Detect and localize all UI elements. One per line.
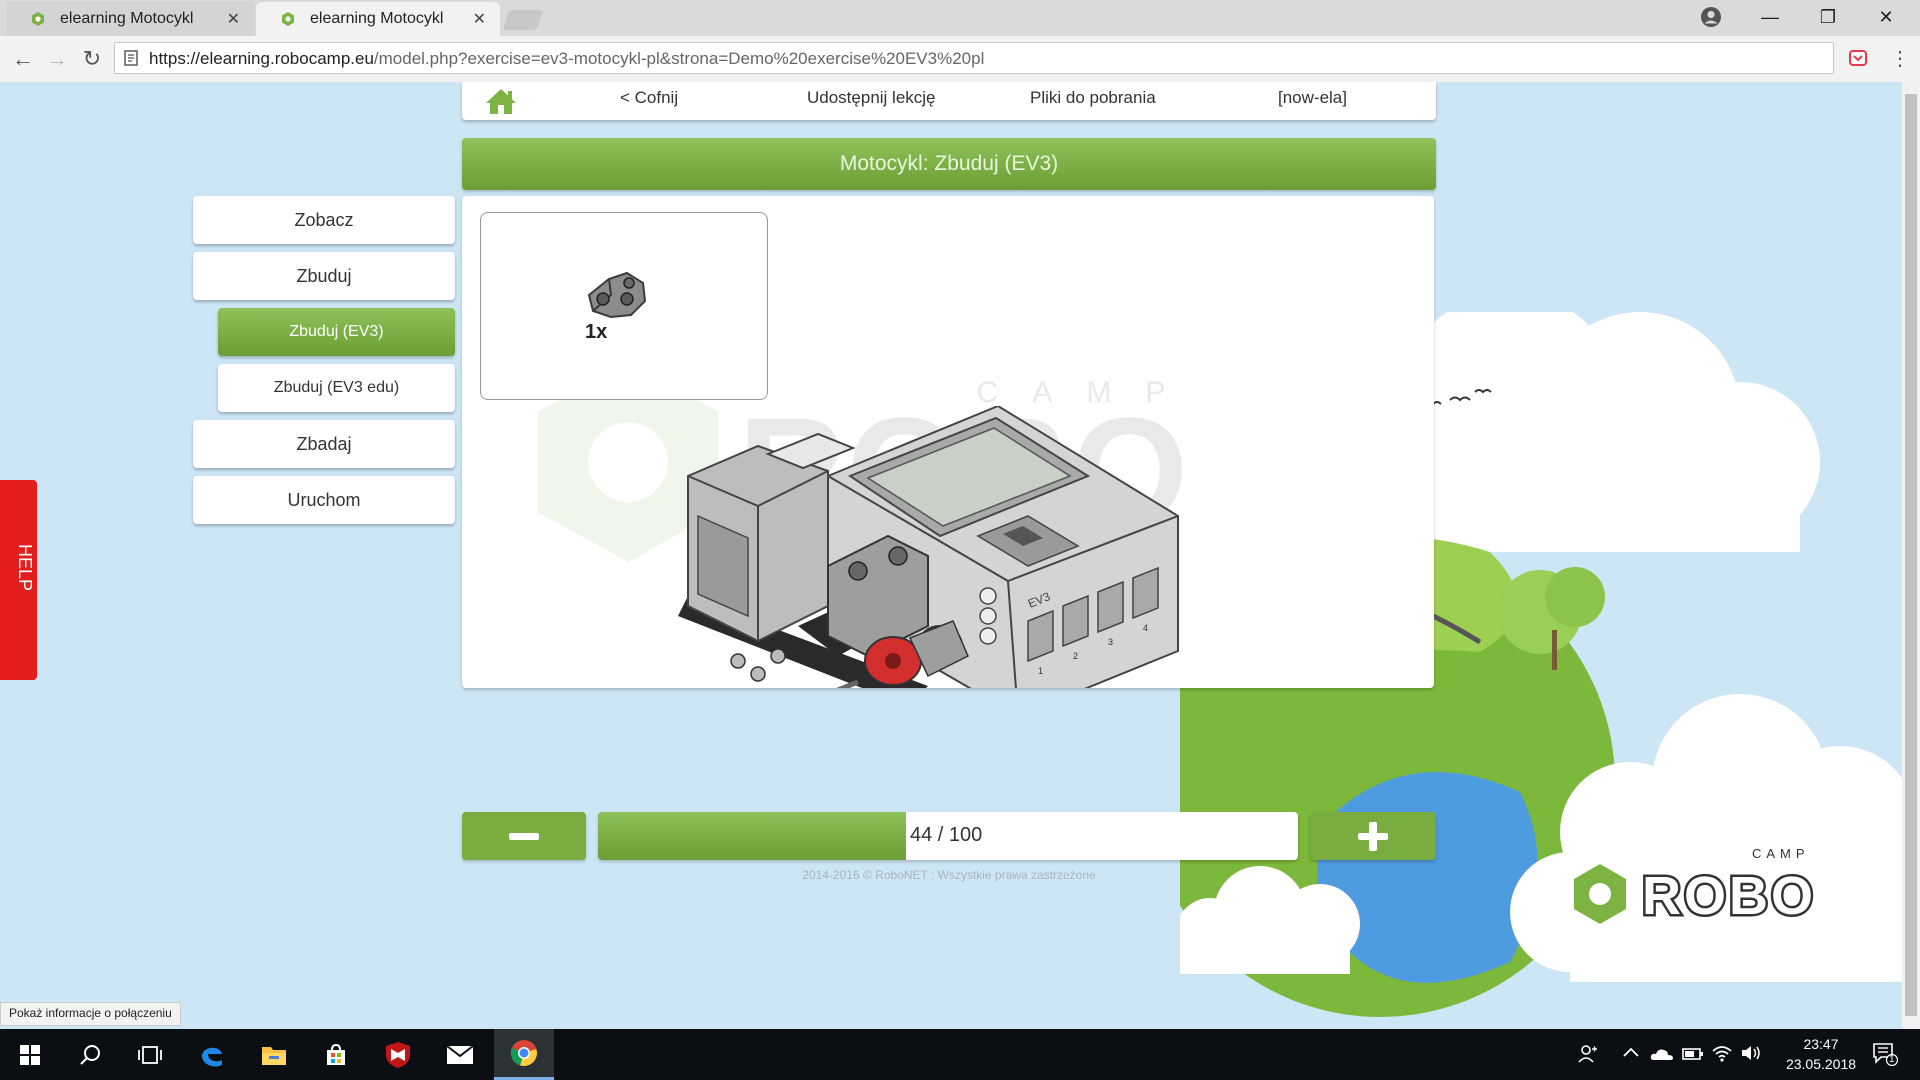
browser-toolbar: ← → ↻ https://elearning.robocamp.eu/mode… <box>0 36 1920 83</box>
clock-date: 23.05.2018 <box>1785 1056 1857 1072</box>
robocamp-favicon <box>32 12 44 26</box>
battery-icon[interactable] <box>1682 1047 1704 1066</box>
menu-dots-icon[interactable]: ⋮ <box>1890 46 1910 71</box>
previous-step-button[interactable] <box>462 812 586 860</box>
pocket-extension-icon[interactable] <box>1848 48 1868 68</box>
scrollbar-thumb[interactable] <box>1905 94 1917 1016</box>
restore-button[interactable]: ❐ <box>1800 0 1856 34</box>
notification-count: 1 <box>1889 1054 1895 1065</box>
windows-taskbar: 23:47 23.05.2018 1 <box>0 1029 1920 1080</box>
page-info-icon[interactable] <box>124 49 138 66</box>
close-window-button[interactable]: ✕ <box>1858 0 1914 34</box>
sidebar-item-zbuduj-ev3[interactable]: Zbuduj (EV3) <box>218 308 455 356</box>
parts-list-box: 1x <box>480 212 768 400</box>
browser-tab-1[interactable]: elearning Motocykl ✕ <box>6 2 254 36</box>
address-bar[interactable]: https://elearning.robocamp.eu/model.php?… <box>114 42 1834 74</box>
people-icon[interactable] <box>1578 1043 1598 1068</box>
mail-icon[interactable] <box>430 1029 490 1080</box>
minus-icon <box>509 833 539 840</box>
chevron-up-icon[interactable] <box>1622 1045 1640 1064</box>
page-scrollbar[interactable] <box>1902 82 1920 1029</box>
logo-camp-text: CAMP <box>1752 846 1810 861</box>
url-path: /model.php?exercise=ev3-motocykl-pl&stro… <box>373 49 985 68</box>
task-view-icon[interactable] <box>120 1029 180 1080</box>
start-button[interactable] <box>0 1029 60 1080</box>
clock-time: 23:47 <box>1803 1036 1839 1052</box>
back-link[interactable]: < Cofnij <box>620 88 678 108</box>
action-center-icon[interactable]: 1 <box>1872 1042 1899 1071</box>
top-navigation: < Cofnij Udostępnij lekcję Pliki do pobr… <box>462 82 1436 120</box>
connection-info-tooltip: Pokaż informacje o połączeniu <box>0 1002 181 1026</box>
chrome-taskbar-icon[interactable] <box>494 1029 554 1080</box>
copyright-footer: 2014-2016 © RoboNET : Wszystkie prawa za… <box>802 868 1096 882</box>
tab-close-icon[interactable]: ✕ <box>473 9 486 29</box>
back-arrow-icon[interactable]: ← <box>8 44 38 74</box>
home-icon[interactable] <box>484 86 518 116</box>
mcafee-icon[interactable] <box>368 1029 428 1080</box>
taskbar-clock[interactable]: 23:47 23.05.2018 <box>1778 1034 1864 1074</box>
ev3-build-step-model: 1 2 3 4 EV3 <box>678 406 1179 688</box>
browser-titlebar: elearning Motocykl ✕ elearning Motocykl … <box>0 0 1920 36</box>
new-tab-button[interactable] <box>502 10 544 30</box>
file-explorer-icon[interactable] <box>244 1029 304 1080</box>
help-label: HELP <box>15 544 35 592</box>
step-progress-bar[interactable]: 44 / 100 <box>598 812 1298 860</box>
forward-arrow-icon[interactable]: → <box>42 44 72 74</box>
profile-icon[interactable] <box>1700 6 1722 28</box>
store-icon[interactable] <box>306 1029 366 1080</box>
port-label-4: 4 <box>1143 623 1148 633</box>
help-tab[interactable]: HELP <box>0 480 37 680</box>
port-label-3: 3 <box>1108 637 1113 647</box>
robocamp-favicon <box>282 12 294 26</box>
url-text: https://elearning.robocamp.eu/model.php?… <box>149 49 984 69</box>
step-counter: 44 / 100 <box>910 824 983 846</box>
minimize-button[interactable]: — <box>1742 0 1798 34</box>
part-quantity: 1x <box>585 321 608 343</box>
search-icon[interactable] <box>60 1029 120 1080</box>
url-host: https://elearning.robocamp.eu <box>149 49 374 68</box>
tab-title: elearning Motocykl <box>310 10 444 27</box>
technic-connector-part-icon <box>587 271 647 319</box>
windows-logo-icon <box>20 1044 40 1065</box>
next-step-button[interactable] <box>1310 812 1436 860</box>
downloads-link[interactable]: Pliki do pobrania <box>1030 88 1156 108</box>
tab-close-icon[interactable]: ✕ <box>227 9 240 29</box>
wifi-icon[interactable] <box>1712 1044 1732 1067</box>
instruction-panel: CAMP ROBO 1x <box>462 196 1434 688</box>
step-progress-fill <box>598 812 906 860</box>
share-lesson-link[interactable]: Udostępnij lekcję <box>807 88 936 108</box>
reload-icon[interactable]: ↻ <box>77 44 107 74</box>
sidebar-item-zobacz[interactable]: Zobacz <box>193 196 455 244</box>
edge-browser-icon[interactable] <box>182 1029 242 1080</box>
tab-title: elearning Motocykl <box>60 10 194 27</box>
page-viewport: CAMP ROBO < Cofnij Udostępnij lekcję Pli… <box>0 82 1920 1029</box>
user-link[interactable]: [now-ela] <box>1278 88 1347 108</box>
page-title: Motocykl: Zbuduj (EV3) <box>462 138 1436 190</box>
sidebar-item-zbadaj[interactable]: Zbadaj <box>193 420 455 468</box>
sidebar-item-uruchom[interactable]: Uruchom <box>193 476 455 524</box>
sidebar-item-zbuduj-ev3-edu[interactable]: Zbuduj (EV3 edu) <box>218 364 455 412</box>
port-label-2: 2 <box>1073 651 1078 661</box>
volume-icon[interactable] <box>1740 1044 1762 1067</box>
browser-tab-2[interactable]: elearning Motocykl ✕ <box>256 2 500 36</box>
sidebar-item-zbuduj[interactable]: Zbuduj <box>193 252 455 300</box>
port-label-1: 1 <box>1038 666 1043 676</box>
onedrive-icon[interactable] <box>1650 1047 1674 1066</box>
